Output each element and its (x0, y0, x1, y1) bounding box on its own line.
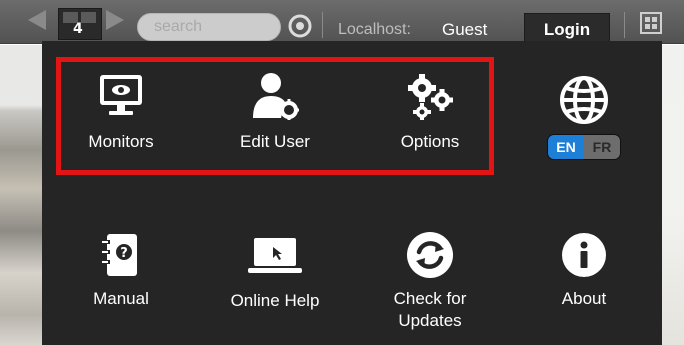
background-image (0, 45, 42, 345)
menu-item-about[interactable]: About (524, 232, 644, 310)
background-image (662, 45, 684, 345)
fullscreen-icon[interactable] (640, 12, 662, 34)
language-option-en[interactable]: EN (548, 135, 584, 159)
menu-label-online-help: Online Help (230, 291, 320, 310)
monitor-icon (100, 75, 142, 115)
toolbar-separator (624, 12, 625, 38)
search-input[interactable] (137, 13, 281, 41)
login-button[interactable]: Login (524, 13, 610, 44)
menu-label-monitors: Monitors (88, 132, 154, 151)
globe-icon[interactable] (558, 74, 610, 126)
menu-label-options: Options (400, 132, 460, 151)
menu-item-edit-user[interactable]: Edit User (215, 72, 335, 153)
target-icon[interactable] (288, 14, 312, 38)
host-label: Localhost: (338, 21, 411, 38)
menu-item-options[interactable]: Options (370, 72, 490, 153)
user-name: Guest (442, 20, 488, 39)
grid-count: 4 (73, 21, 83, 37)
menu-item-monitors[interactable]: Monitors (61, 73, 181, 153)
laptop-icon (248, 238, 302, 273)
toolbar: 4 Localhost: Guest Login (0, 0, 684, 44)
menu-item-online-help[interactable]: Online Help (215, 236, 335, 312)
gears-icon (408, 74, 453, 120)
manual-icon: ? (102, 234, 137, 276)
edit-user-icon (253, 73, 299, 120)
menu-label-manual: Manual (93, 289, 149, 308)
toolbar-separator (322, 12, 323, 38)
menu-item-check-updates[interactable]: Check for Updates (370, 230, 490, 332)
menu-label-about: About (561, 289, 607, 308)
menu-label-check-updates: Check for Updates (393, 289, 467, 330)
language-toggle[interactable]: EN FR (547, 134, 621, 160)
refresh-icon (407, 232, 453, 278)
menu-item-manual[interactable]: ? Manual (61, 232, 181, 310)
forward-arrow-icon[interactable] (106, 10, 124, 30)
language-option-fr[interactable]: FR (584, 135, 620, 159)
svg-text:?: ? (120, 246, 128, 261)
info-icon (562, 233, 606, 277)
menu-label-edit-user: Edit User (240, 132, 310, 151)
back-arrow-icon[interactable] (28, 10, 46, 30)
